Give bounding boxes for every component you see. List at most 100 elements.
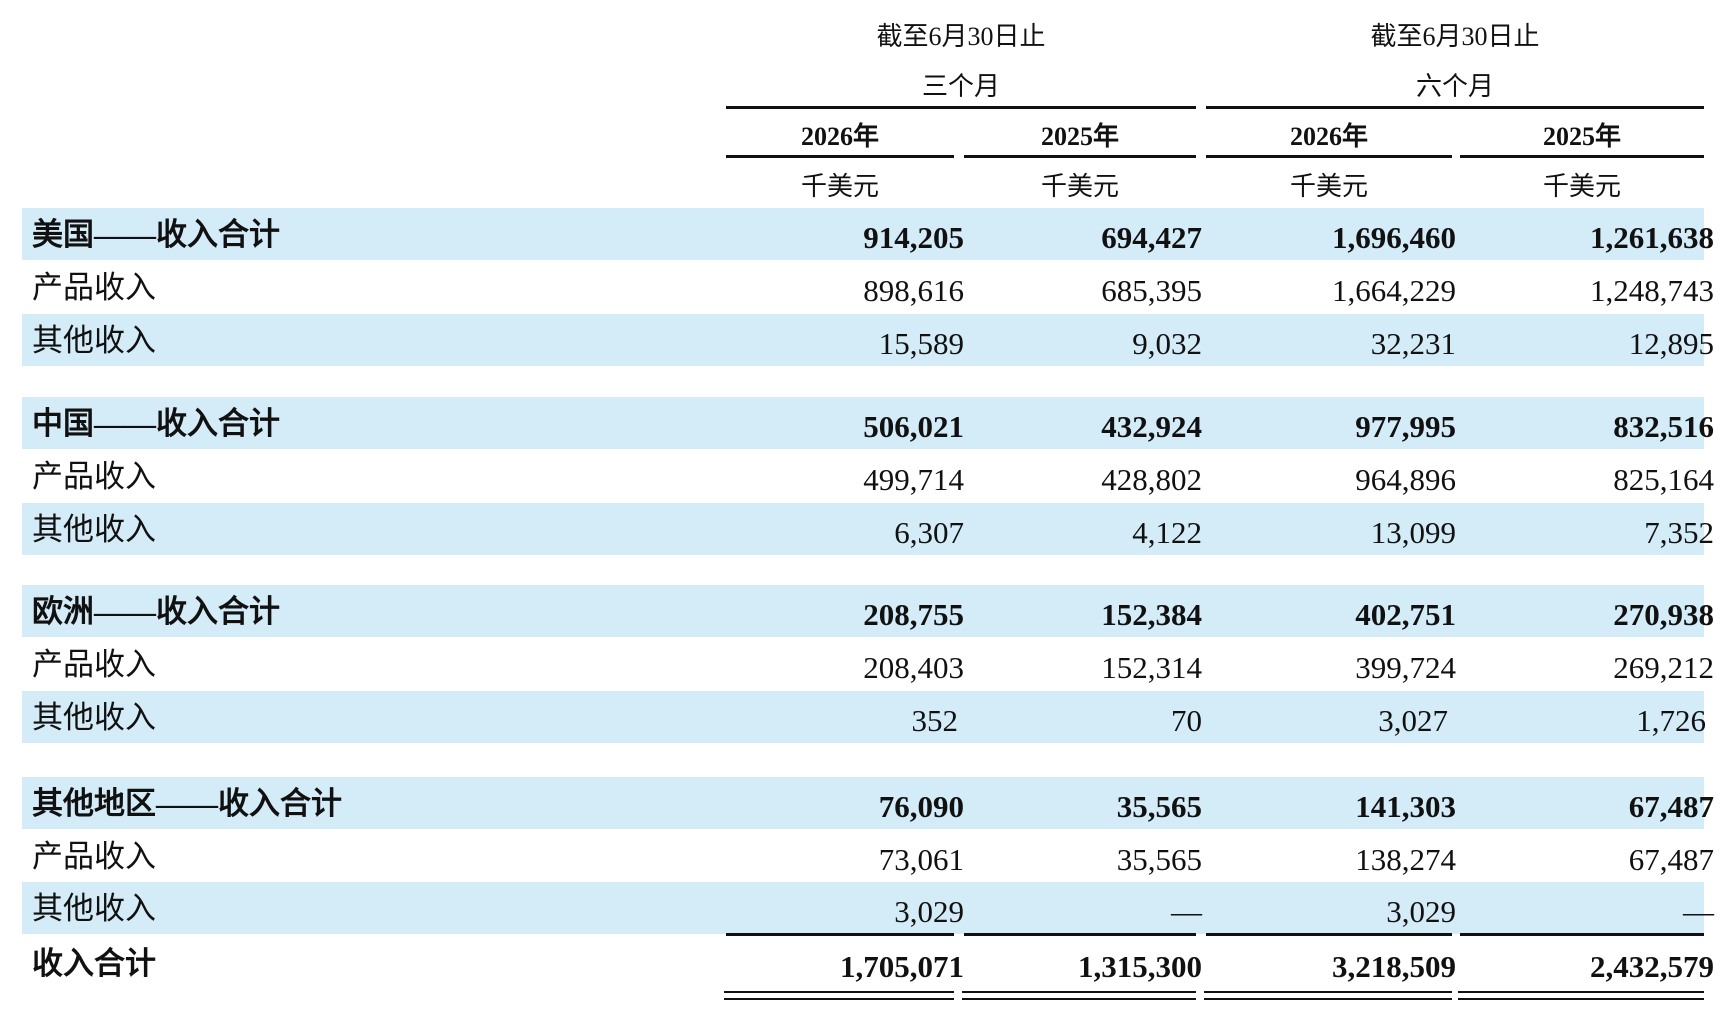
cell-h-2026: 399,724: [1355, 650, 1456, 685]
china-product-row: 产品收入 499,714 428,802 964,896 825,164: [22, 450, 1714, 502]
cell-h-2025: —: [1683, 894, 1714, 929]
total-double-rule-b-col3: [1204, 998, 1452, 1000]
cell-q-2026: 1,705,071: [840, 949, 964, 984]
cell-q-2026: 208,755: [863, 597, 964, 632]
cell-q-2026: 76,090: [878, 789, 964, 824]
us-total-row: 美国——收入合计 914,205 694,427 1,696,460 1,261…: [22, 208, 1714, 260]
cell-h-2026: 141,303: [1355, 789, 1456, 824]
cell-q-2025: 152,314: [1101, 650, 1202, 685]
total-top-rule-col2: [964, 933, 1196, 936]
year-header-col3: 2026年: [1289, 122, 1368, 151]
china-other-row: 其他收入 6,307 4,122 13,099 7,352: [22, 503, 1714, 555]
cell-h-2025: 825,164: [1613, 462, 1714, 497]
row-label: 其他地区——收入合计: [32, 786, 342, 821]
year-rule-col4: [1460, 155, 1704, 158]
cell-q-2026: 898,616: [863, 273, 964, 308]
cell-q-2025: 1,315,300: [1078, 949, 1202, 984]
group1-rule: [726, 106, 1196, 109]
cell-q-2025: 428,802: [1101, 462, 1202, 497]
cell-h-2025: 1,726: [1636, 703, 1706, 738]
europe-total-row: 欧洲——收入合计 208,755 152,384 402,751 270,938: [22, 585, 1714, 637]
cell-q-2025: 152,384: [1101, 597, 1202, 632]
row-label: 中国——收入合计: [32, 406, 280, 441]
other-regions-total-row: 其他地区——收入合计 76,090 35,565 141,303 67,487: [22, 777, 1714, 829]
cell-h-2025: 67,487: [1628, 842, 1714, 877]
cell-q-2025: 685,395: [1101, 273, 1202, 308]
total-double-rule-a-col2: [962, 991, 1196, 993]
row-label: 其他收入: [32, 323, 156, 358]
china-total-row: 中国——收入合计 506,021 432,924 977,995 832,516: [22, 397, 1714, 449]
total-double-rule-b-col1: [724, 998, 954, 1000]
cell-q-2025: 694,427: [1101, 220, 1202, 255]
cell-h-2026: 3,027: [1378, 703, 1448, 738]
unit-header-col1: 千美元: [800, 172, 879, 201]
cell-h-2026: 1,664,229: [1332, 273, 1456, 308]
cell-q-2025: 35,565: [1116, 789, 1202, 824]
europe-other-row: 其他收入 352 70 3,027 1,726: [22, 691, 1706, 743]
cell-q-2025: 432,924: [1101, 409, 1202, 444]
unit-header-col3: 千美元: [1289, 172, 1368, 201]
unit-header-col4: 千美元: [1542, 172, 1621, 201]
year-rule-col3: [1206, 155, 1452, 158]
total-top-rule-col3: [1206, 933, 1452, 936]
row-label: 其他收入: [32, 891, 156, 926]
group1-duration: 三个月: [921, 72, 1000, 101]
cell-q-2025: 70: [1171, 703, 1202, 738]
group1-period: 截至6月30日止: [876, 22, 1046, 51]
revenue-by-region-table: 截至6月30日止 三个月 截至6月30日止 六个月 2026年 2025年 20…: [0, 0, 1722, 1016]
cell-h-2025: 270,938: [1613, 597, 1714, 632]
cell-h-2026: 402,751: [1355, 597, 1456, 632]
year-header-col4: 2025年: [1542, 122, 1621, 151]
cell-q-2026: 6,307: [894, 515, 964, 550]
cell-h-2025: 1,261,638: [1590, 220, 1714, 255]
cell-q-2026: 208,403: [863, 650, 964, 685]
year-rule-col1: [726, 155, 954, 158]
cell-h-2026: 13,099: [1370, 515, 1456, 550]
cell-q-2026: 914,205: [863, 220, 964, 255]
row-label: 产品收入: [32, 647, 156, 682]
row-label: 产品收入: [32, 459, 156, 494]
cell-h-2026: 1,696,460: [1332, 220, 1456, 255]
europe-product-row: 产品收入 208,403 152,314 399,724 269,212: [22, 638, 1714, 690]
cell-h-2026: 32,231: [1370, 326, 1456, 361]
total-double-rule-a-col4: [1458, 991, 1704, 993]
group2-rule: [1206, 106, 1704, 109]
cell-h-2026: 964,896: [1355, 462, 1456, 497]
cell-q-2026: 352: [911, 703, 959, 738]
total-double-rule-a-col3: [1204, 991, 1452, 993]
total-double-rule-b-col2: [962, 998, 1196, 1000]
us-product-row: 产品收入 898,616 685,395 1,664,229 1,248,743: [22, 261, 1714, 313]
cell-h-2026: 3,029: [1386, 894, 1456, 929]
row-label: 其他收入: [32, 512, 156, 547]
cell-q-2026: 73,061: [878, 842, 964, 877]
year-header-col2: 2025年: [1040, 122, 1119, 151]
cell-h-2026: 138,274: [1355, 842, 1456, 877]
cell-h-2026: 3,218,509: [1332, 949, 1456, 984]
us-other-row: 其他收入 15,589 9,032 32,231 12,895: [22, 314, 1714, 366]
year-rule-col2: [964, 155, 1196, 158]
cell-h-2025: 1,248,743: [1590, 273, 1714, 308]
cell-q-2025: —: [1171, 894, 1202, 929]
row-label: 产品收入: [32, 270, 156, 305]
row-label: 其他收入: [32, 700, 156, 735]
total-double-rule-a-col1: [724, 991, 954, 993]
row-label: 收入合计: [32, 946, 156, 981]
cell-h-2025: 269,212: [1613, 650, 1714, 685]
cell-q-2026: 3,029: [894, 894, 964, 929]
group2-period: 截至6月30日止: [1370, 22, 1540, 51]
row-label: 产品收入: [32, 839, 156, 874]
cell-h-2025: 12,895: [1628, 326, 1714, 361]
total-top-rule-col1: [726, 933, 954, 936]
group2-duration: 六个月: [1415, 72, 1494, 101]
row-label: 欧洲——收入合计: [32, 594, 280, 629]
unit-header-col2: 千美元: [1040, 172, 1119, 201]
cell-h-2025: 67,487: [1628, 789, 1714, 824]
grand-total-row: 收入合计 1,705,071 1,315,300 3,218,509 2,432…: [22, 937, 1714, 989]
year-header-col1: 2026年: [800, 122, 879, 151]
cell-q-2025: 35,565: [1116, 842, 1202, 877]
cell-h-2025: 2,432,579: [1590, 949, 1714, 984]
cell-q-2026: 506,021: [863, 409, 964, 444]
other-regions-other-row: 其他收入 3,029 — 3,029 —: [22, 882, 1714, 934]
cell-q-2026: 499,714: [863, 462, 964, 497]
cell-h-2025: 832,516: [1613, 409, 1714, 444]
